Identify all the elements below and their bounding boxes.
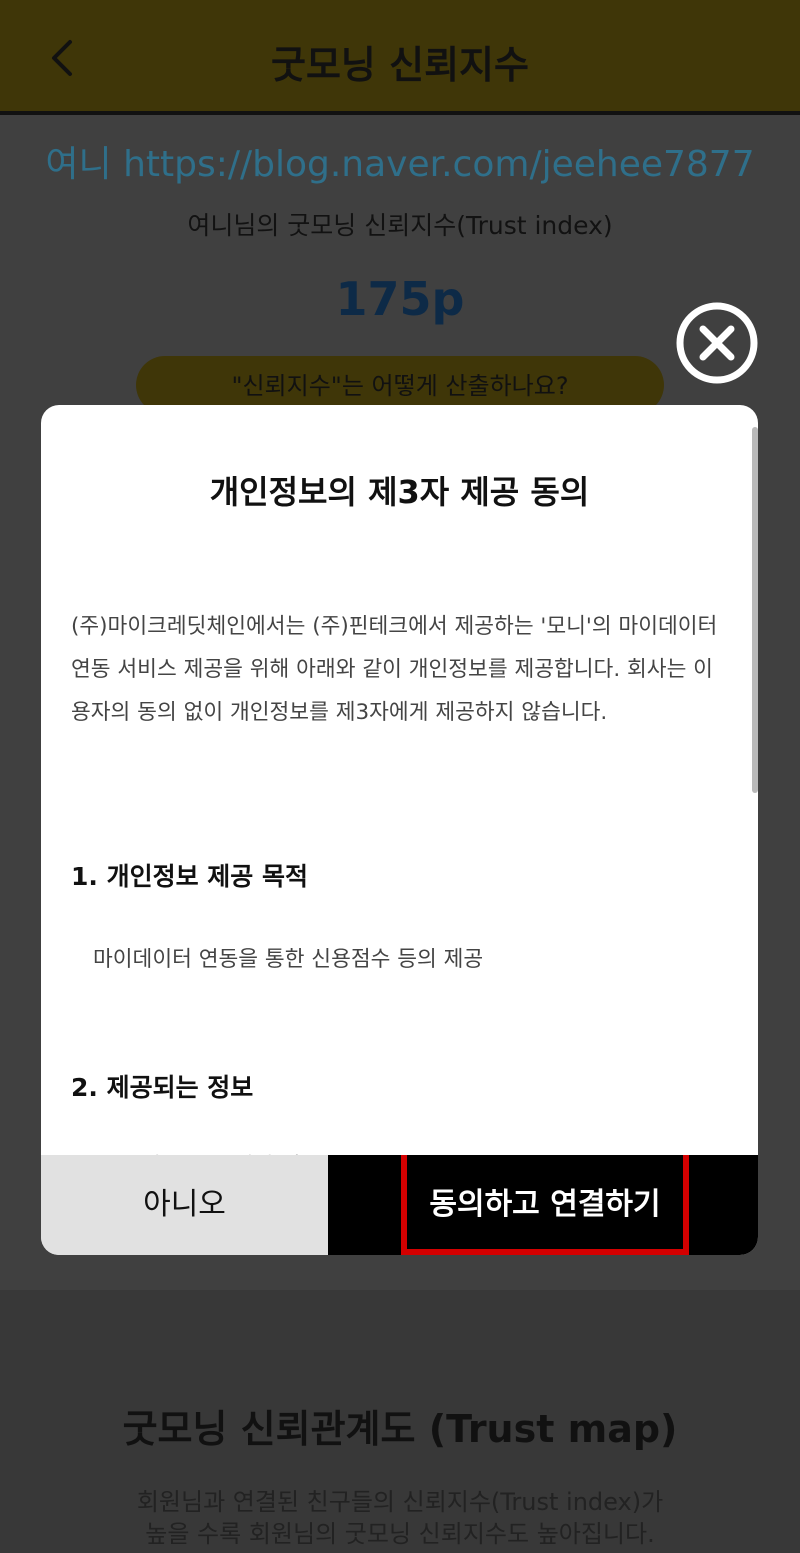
close-icon[interactable] (675, 301, 759, 385)
decline-button[interactable]: 아니오 (41, 1155, 328, 1255)
app-header: 굿모닝 신뢰지수 (0, 0, 800, 115)
agree-connect-label: 동의하고 연결하기 (401, 1155, 689, 1255)
section2-heading: 2. 제공되는 정보 (71, 1073, 254, 1102)
section2-text-partial: 성명, 생년월일, 휴대폰번호 (141, 1145, 386, 1155)
trust-index-title: 여니님의 굿모닝 신뢰지수(Trust index) (187, 211, 613, 240)
page-title: 굿모닝 신뢰지수 (271, 43, 529, 87)
modal-title: 개인정보의 제3자 제공 동의 (209, 473, 590, 511)
consent-modal: 개인정보의 제3자 제공 동의 (주)마이크레딧체인에서는 (주)핀테크에서 제… (41, 405, 758, 1255)
section1-heading: 1. 개인정보 제공 목적 (71, 862, 309, 891)
section1-text: 마이데이터 연동을 통한 신용점수 등의 제공 (93, 947, 484, 972)
consent-intro-text: (주)마이크레딧체인에서는 (주)핀테크에서 제공하는 '모니'의 마이데이터 … (71, 614, 718, 725)
trust-map-title: 굿모닝 신뢰관계도 (Trust map) (122, 1407, 678, 1451)
agree-connect-button[interactable]: 동의하고 연결하기 (328, 1155, 758, 1255)
trust-map-description: 회원님과 연결된 친구들의 신뢰지수(Trust index)가 높을 수록 회… (136, 1488, 664, 1548)
blog-link[interactable]: 여니 https://blog.naver.com/jeehee7877 (0, 135, 800, 187)
